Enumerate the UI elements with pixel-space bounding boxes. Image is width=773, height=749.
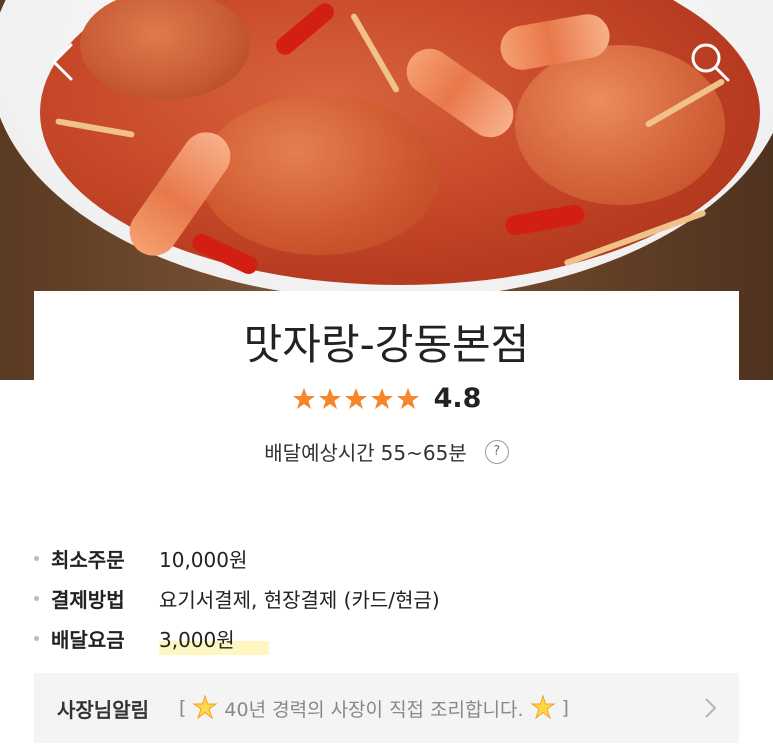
- owner-notice-label: 사장님알림: [57, 697, 149, 722]
- owner-notice-banner[interactable]: 사장님알림 [ 40년 경력의 사장이 직접 조리합니다. ]: [34, 673, 739, 743]
- delivery-time-value: 55~65분: [380, 441, 467, 465]
- close-bracket: ]: [561, 697, 569, 719]
- sparkle-icon: [529, 695, 556, 720]
- owner-notice-message: [ 40년 경력의 사장이 직접 조리합니다. ]: [179, 695, 569, 722]
- payment-value: 요기서결제, 현장결제 (카드/현금): [159, 588, 440, 612]
- star-icon: [344, 387, 367, 409]
- payment-row: 결제방법 요기서결제, 현장결제 (카드/현금): [34, 584, 440, 613]
- owner-notice-text: 40년 경력의 사장이 직접 조리합니다.: [224, 698, 524, 721]
- help-icon[interactable]: ?: [484, 439, 509, 464]
- star-icon: [370, 387, 393, 409]
- delivery-fee-label: 배달요금: [51, 628, 125, 652]
- store-name: 맛자랑-강동본점: [243, 320, 530, 369]
- search-button[interactable]: [686, 38, 734, 86]
- bullet: [34, 556, 39, 561]
- bullet: [34, 596, 39, 601]
- delivery-fee-row: 배달요금 3,000원: [34, 624, 269, 655]
- rating-row: 4.8: [34, 383, 739, 414]
- sparkle-icon: [192, 695, 218, 720]
- star-icon: [396, 387, 419, 409]
- delivery-time-row: 배달예상시간 55~65분 ?: [34, 437, 739, 466]
- back-arrow-icon: [52, 43, 73, 81]
- store-info-card: 맛자랑-강동본점 4.8 배달예상시간 55~65분 ?: [34, 291, 739, 519]
- bullet: [34, 636, 39, 641]
- search-icon: [691, 43, 730, 82]
- open-bracket: [: [179, 697, 187, 719]
- delivery-time-label: 배달예상시간: [264, 441, 375, 465]
- star-rating: [292, 387, 420, 411]
- crab: [200, 95, 440, 255]
- chevron-right-icon: [705, 698, 717, 718]
- back-button[interactable]: [38, 38, 86, 86]
- star-icon: [292, 387, 315, 409]
- star-icon: [318, 387, 341, 409]
- rating-value: 4.8: [433, 383, 482, 414]
- delivery-fee-value: 3,000원: [159, 624, 269, 655]
- min-order-value: 10,000원: [159, 548, 248, 572]
- min-order-label: 최소주문: [51, 548, 125, 572]
- min-order-row: 최소주문 10,000원: [34, 544, 247, 573]
- payment-label: 결제방법: [51, 588, 125, 612]
